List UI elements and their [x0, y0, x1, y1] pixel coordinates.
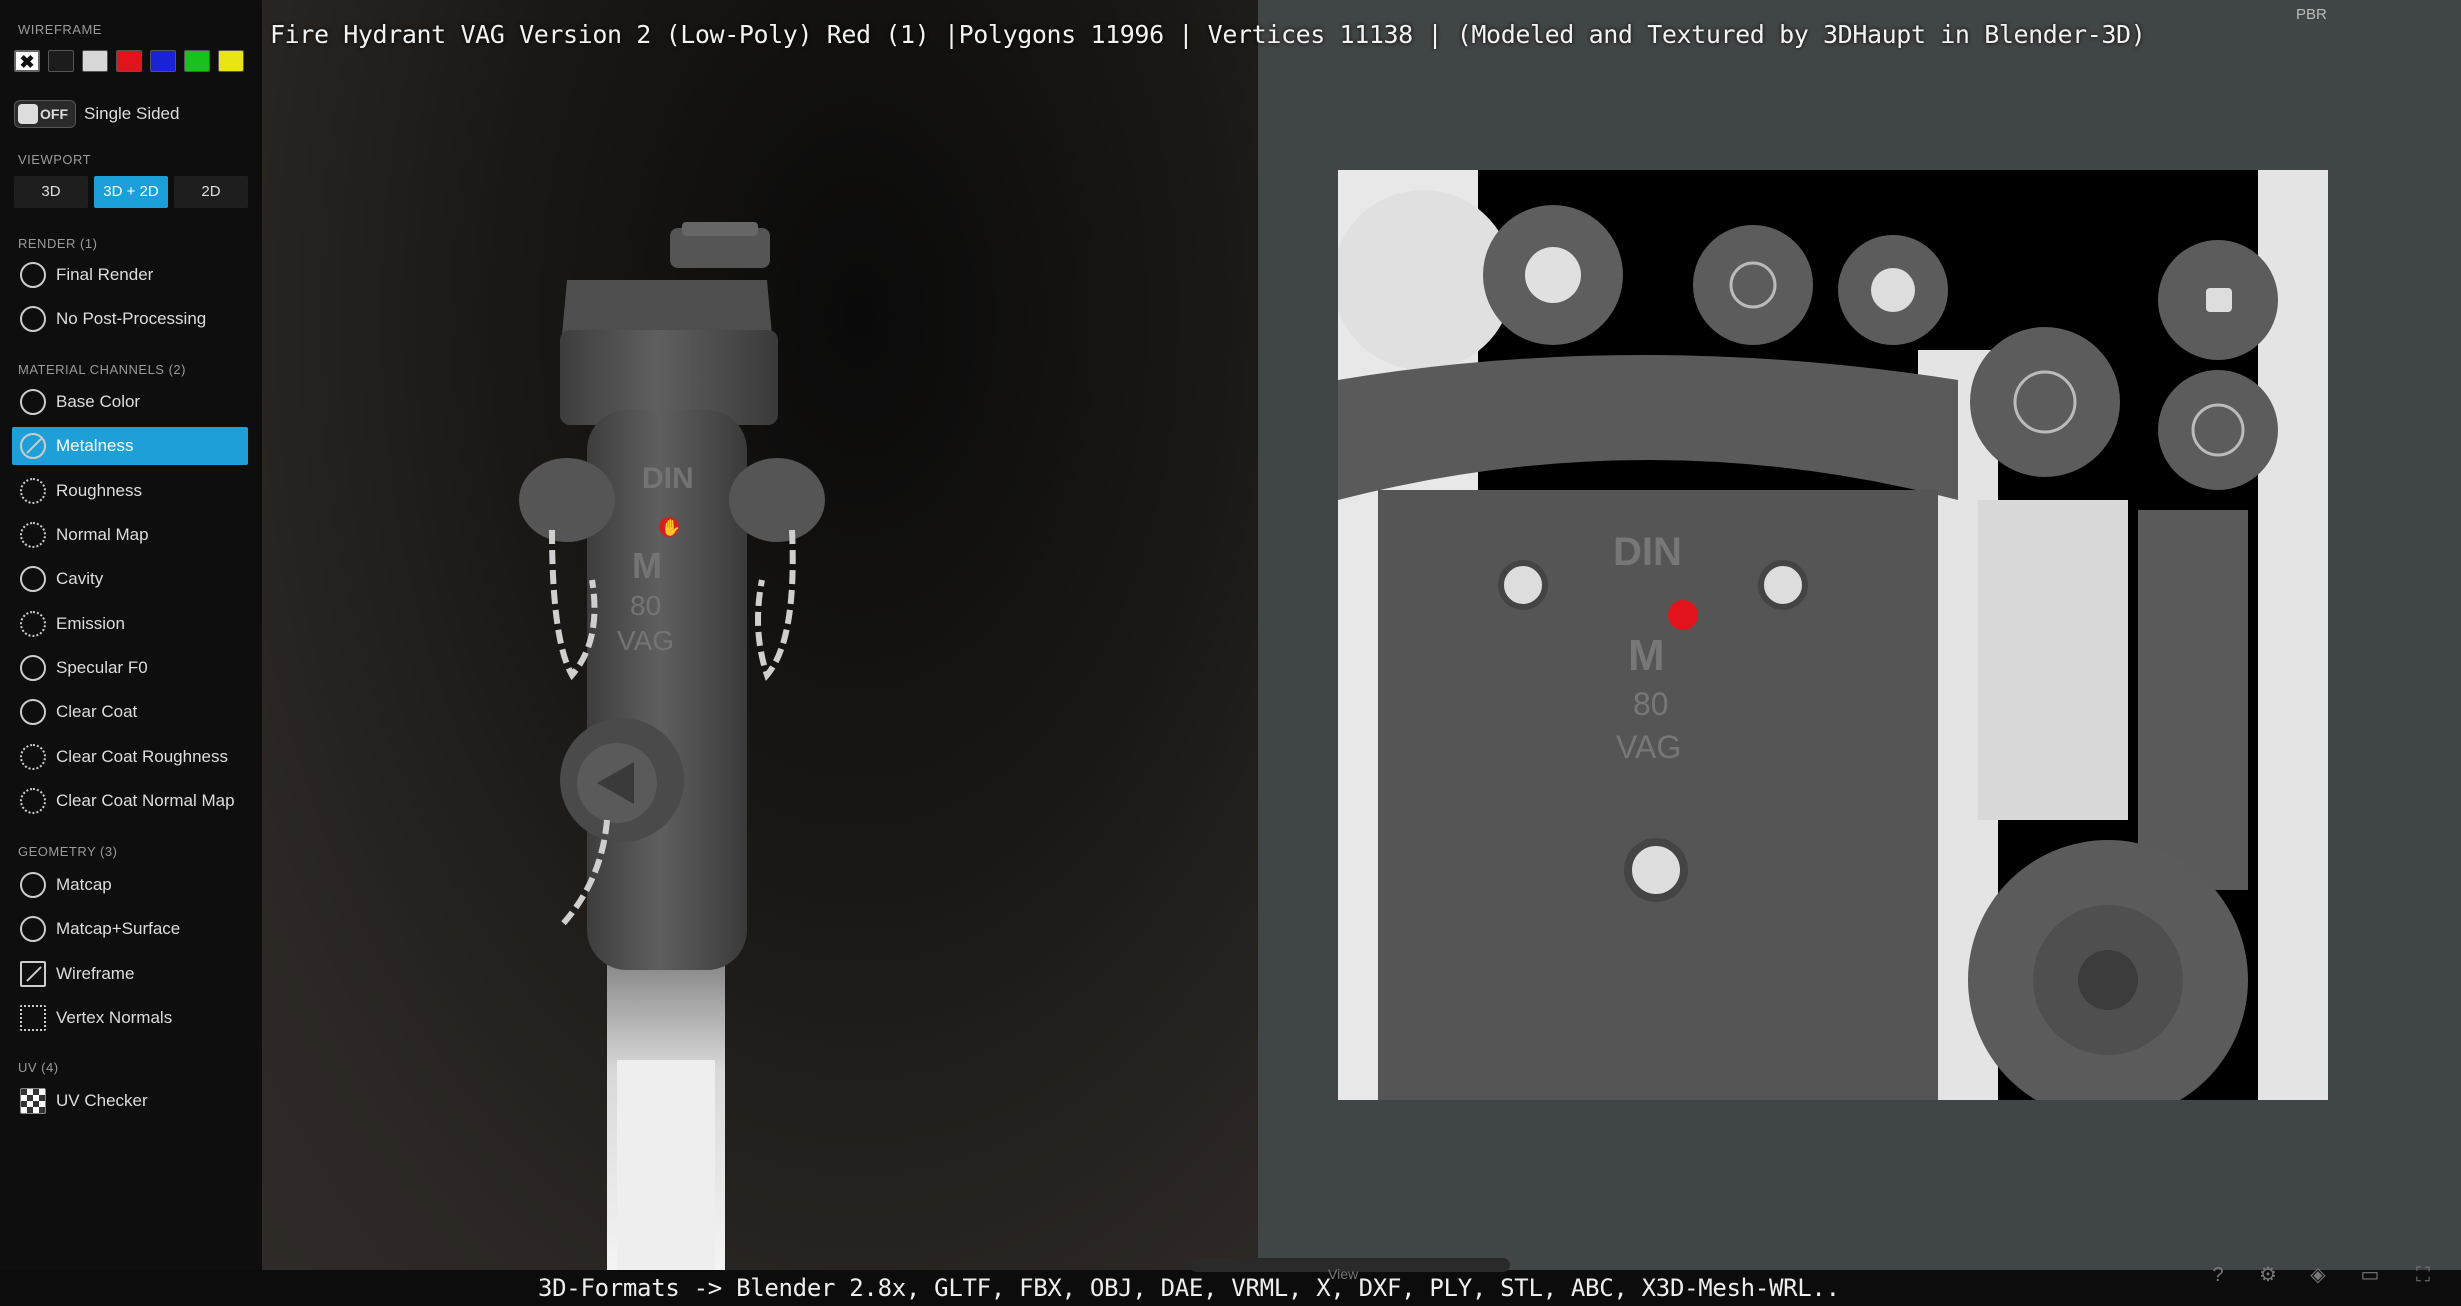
uv-position-marker — [1668, 600, 1698, 630]
uv-checker[interactable]: UV Checker — [12, 1082, 248, 1120]
uv-marking-din: DIN — [1613, 530, 1682, 574]
fullscreen-icon[interactable]: ⛶ — [2410, 1262, 2436, 1288]
render-no-post-processing[interactable]: No Post-Processing — [12, 300, 248, 338]
vr-icon[interactable]: ▭ — [2357, 1262, 2383, 1288]
hydrant-marking-din: DIN — [642, 462, 694, 495]
geometry-vertex-normals[interactable]: Vertex Normals — [12, 999, 248, 1037]
geometry-matcap[interactable]: Matcap — [12, 866, 248, 904]
uv-checker-icon — [20, 1088, 46, 1114]
specular-icon — [20, 655, 46, 681]
viewport-buttons: 3D 3D + 2D 2D — [14, 176, 248, 208]
clear-coat-icon — [20, 699, 46, 725]
fire-hydrant-model: DIN M 80 VAG ✋ — [519, 222, 825, 1270]
wireframe-color-gray-swatch[interactable] — [82, 50, 108, 72]
svg-text:✋: ✋ — [661, 518, 681, 537]
toggle-knob — [18, 104, 38, 124]
wireframe-color-yellow-swatch[interactable] — [218, 50, 244, 72]
viewport-3d-2d-button[interactable]: 3D + 2D — [94, 176, 168, 208]
channel-clear-coat-roughness[interactable]: Clear Coat Roughness — [12, 738, 248, 776]
vertex-normals-icon — [20, 1005, 46, 1031]
channel-emission[interactable]: Emission — [12, 605, 248, 643]
wireframe-color-red-swatch[interactable] — [116, 50, 142, 72]
pbr-label: PBR — [2296, 6, 2327, 23]
menu-item-label: Base Color — [56, 392, 141, 411]
toggle-state: OFF — [40, 106, 68, 122]
channel-base-color[interactable]: Base Color — [12, 383, 248, 421]
viewport-2d-button[interactable]: 2D — [174, 176, 248, 208]
menu-item-label: Clear Coat Roughness — [56, 747, 228, 766]
channel-specular-f0[interactable]: Specular F0 — [12, 649, 248, 687]
menu-item-label: UV Checker — [56, 1091, 148, 1110]
material-channels-header: MATERIAL CHANNELS (2) — [18, 362, 186, 377]
matcap-surface-icon — [20, 916, 46, 942]
channel-clear-coat-normal-map[interactable]: Clear Coat Normal Map — [12, 782, 248, 820]
hydrant-marking-m: M — [632, 545, 662, 586]
geometry-wireframe[interactable]: Wireframe — [12, 955, 248, 993]
viewport-header: VIEWPORT — [18, 152, 92, 167]
wireframe-color-green-swatch[interactable] — [184, 50, 210, 72]
menu-item-label: Wireframe — [56, 964, 135, 983]
wireframe-color-none-swatch[interactable]: ✖ — [14, 50, 40, 72]
wireframe-color-swatches: ✖ — [14, 50, 244, 72]
layers-icon[interactable]: ◈ — [2305, 1262, 2331, 1288]
metalness-icon — [20, 433, 46, 459]
cavity-icon — [20, 566, 46, 592]
roughness-icon — [20, 478, 46, 504]
menu-item-label: Roughness — [56, 481, 143, 500]
menu-item-label: Metalness — [56, 436, 134, 455]
menu-item-label: Normal Map — [56, 525, 149, 544]
render-icon — [20, 306, 46, 332]
hydrant-marking-80: 80 — [630, 590, 661, 621]
geometry-header: GEOMETRY (3) — [18, 844, 118, 859]
menu-item-label: Specular F0 — [56, 658, 148, 677]
base-color-icon — [20, 389, 46, 415]
wireframe-header: WIREFRAME — [18, 22, 102, 37]
2d-uv-viewport[interactable]: DIN M 80 VAG — [1258, 0, 2461, 1270]
channel-cavity[interactable]: Cavity — [12, 560, 248, 598]
uv-marking-80: 80 — [1633, 686, 1669, 722]
wireframe-icon — [20, 961, 46, 987]
channel-normal-map[interactable]: Normal Map — [12, 516, 248, 554]
channel-clear-coat[interactable]: Clear Coat — [12, 693, 248, 731]
help-icon[interactable]: ? — [2205, 1262, 2231, 1288]
uv-marking-m: M — [1628, 631, 1665, 680]
menu-item-label: Emission — [56, 614, 125, 633]
channel-metalness[interactable]: Metalness — [12, 427, 248, 465]
menu-item-label: Clear Coat — [56, 702, 138, 721]
render-header: RENDER (1) — [18, 236, 98, 251]
uv-header: UV (4) — [18, 1060, 59, 1075]
menu-item-label: Clear Coat Normal Map — [56, 791, 235, 810]
menu-item-label: Matcap — [56, 875, 112, 894]
matcap-icon — [20, 872, 46, 898]
menu-item-label: Vertex Normals — [56, 1008, 173, 1027]
menu-item-label: No Post-Processing — [56, 309, 207, 328]
hydrant-marking-vag: VAG — [617, 625, 674, 656]
clear-coat-roughness-icon — [20, 744, 46, 770]
emission-icon — [20, 611, 46, 637]
clear-coat-normal-map-icon — [20, 788, 46, 814]
model-title: Fire Hydrant VAG Version 2 (Low-Poly) Re… — [270, 20, 2146, 49]
menu-item-label: Matcap+Surface — [56, 919, 181, 938]
single-sided-toggle[interactable]: OFF — [14, 100, 76, 128]
uv-texture-map: DIN M 80 VAG — [1338, 170, 2328, 1100]
render-icon — [20, 262, 46, 288]
normal-map-icon — [20, 522, 46, 548]
wireframe-color-blue-swatch[interactable] — [150, 50, 176, 72]
channel-roughness[interactable]: Roughness — [12, 472, 248, 510]
menu-item-label: Final Render — [56, 265, 154, 284]
single-sided-row: OFF Single Sided — [14, 100, 179, 128]
3d-viewport[interactable]: DIN M 80 VAG ✋ — [262, 0, 1258, 1270]
uv-marking-vag: VAG — [1616, 729, 1681, 765]
render-final-render[interactable]: Final Render — [12, 256, 248, 294]
viewport-3d-button[interactable]: 3D — [14, 176, 88, 208]
wireframe-color-black-swatch[interactable] — [48, 50, 74, 72]
inspector-sidebar: WIREFRAME ✖ OFF Single Sided VIEWPORT 3D… — [0, 0, 262, 1306]
settings-icon[interactable]: ⚙ — [2255, 1262, 2281, 1288]
menu-item-label: Cavity — [56, 569, 104, 588]
formats-caption: 3D-Formats -> Blender 2.8x, GLTF, FBX, O… — [538, 1274, 1840, 1302]
geometry-matcap-surface[interactable]: Matcap+Surface — [12, 910, 248, 948]
single-sided-label: Single Sided — [84, 104, 180, 123]
